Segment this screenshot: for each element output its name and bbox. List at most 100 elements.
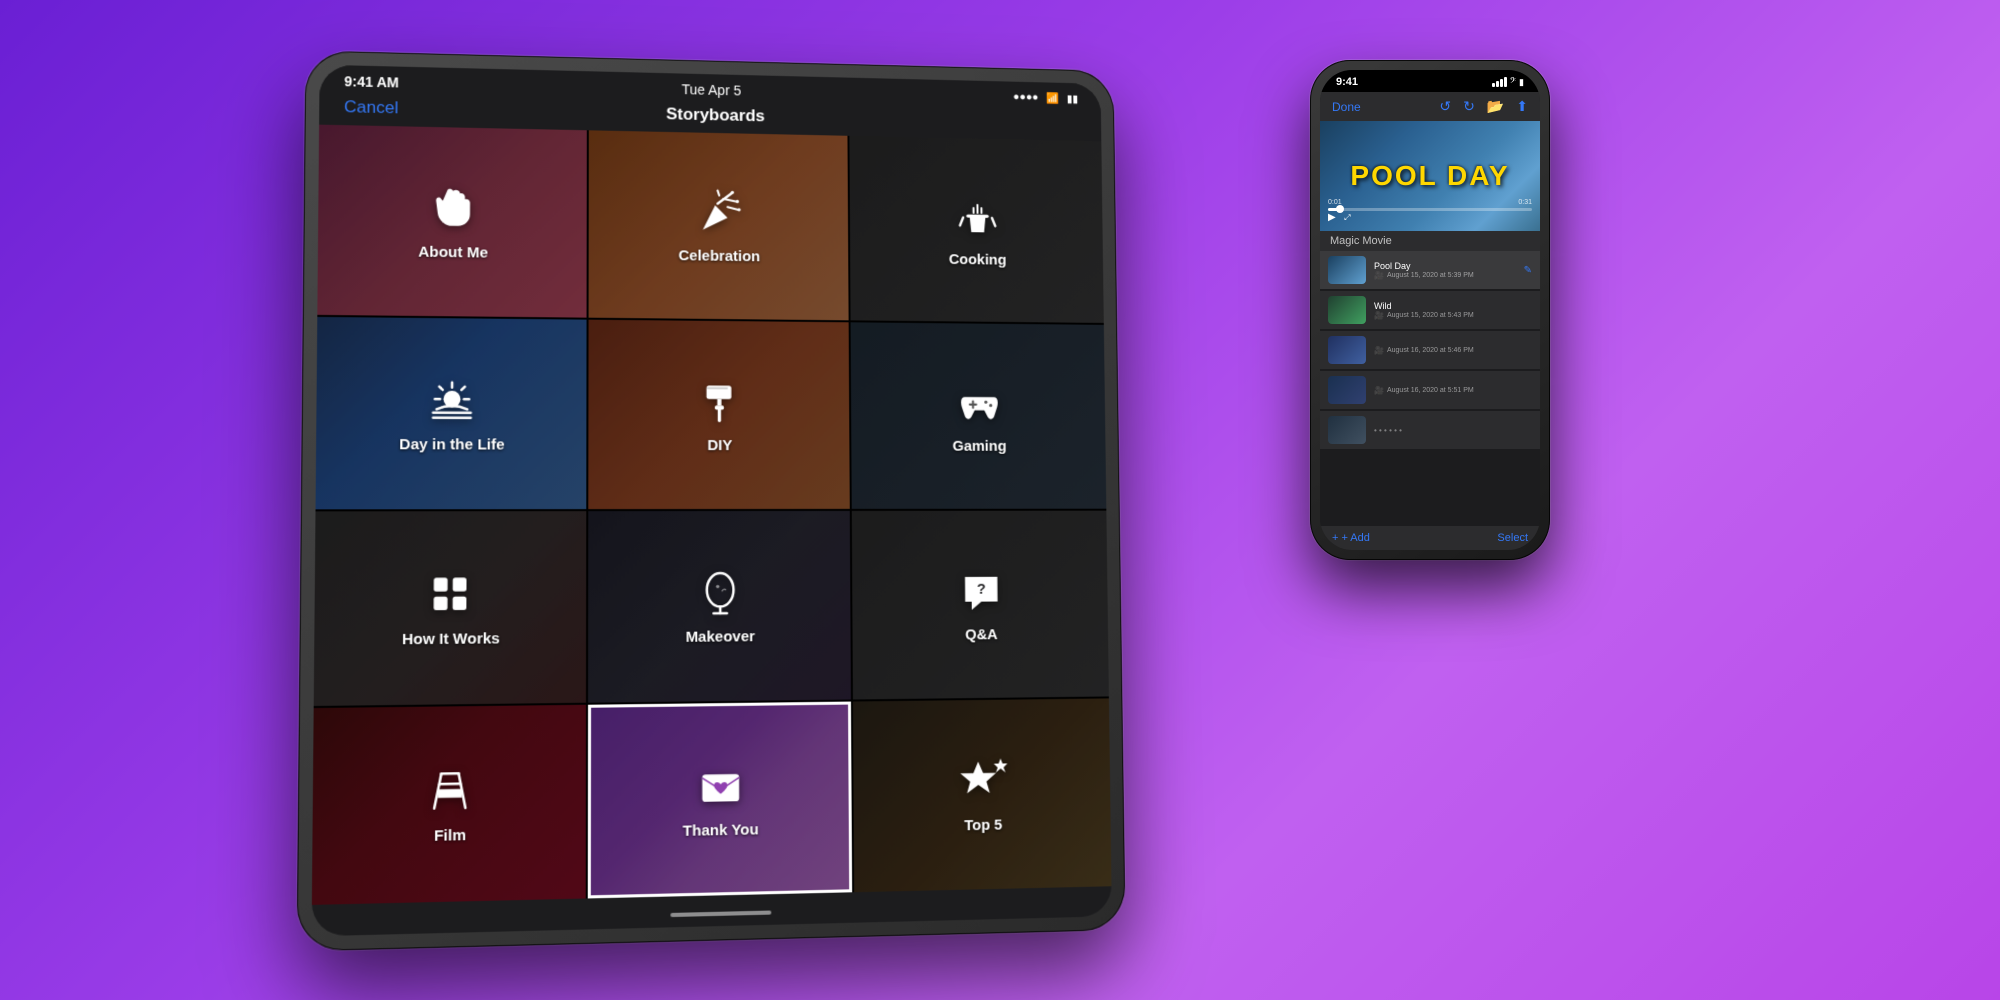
play-controls: ▶ ⤢ <box>1328 207 1351 225</box>
grid-item-top5[interactable]: Top 5 <box>853 698 1111 892</box>
wifi-icon: 𝄢 <box>1510 77 1516 88</box>
signal-icon: ●●●● <box>1013 91 1038 103</box>
about-me-label: About Me <box>418 244 488 262</box>
grid-item-gaming[interactable]: Gaming <box>851 322 1106 509</box>
diy-label: DIY <box>707 437 732 454</box>
ipad-frame: 9:41 AM Tue Apr 5 ●●●● 📶 ▮▮ Cancel Story… <box>297 50 1126 951</box>
day-in-life-label: Day in the Life <box>399 436 504 454</box>
movie-info-1: Pool Day 🎥 August 15, 2020 at 5:39 PM <box>1374 261 1516 280</box>
battery-icon: ▮▮ <box>1067 92 1079 105</box>
cooking-label: Cooking <box>949 251 1007 268</box>
grid-item-about-me[interactable]: About Me <box>317 125 586 318</box>
envelope-heart-icon <box>693 758 747 814</box>
director-chair-icon <box>422 763 478 820</box>
cooking-overlay: Cooking <box>850 136 1104 323</box>
movie-video-icon-4: 🎥 <box>1374 386 1384 395</box>
ipad-date: Tue Apr 5 <box>682 81 741 98</box>
film-label: Film <box>434 827 466 845</box>
movie-video-icon-2: 🎥 <box>1374 311 1384 320</box>
grid-item-day-in-the-life[interactable]: Day in the Life <box>316 317 587 509</box>
grid-item-diy[interactable]: DIY <box>588 320 850 509</box>
steam-pot-icon <box>951 191 1003 244</box>
movie-date-4: August 16, 2020 at 5:51 PM <box>1387 387 1474 394</box>
ipad-time: 9:41 AM <box>344 73 399 90</box>
grid-item-qa[interactable]: ? Q&A <box>852 511 1109 700</box>
ipad-screen: 9:41 AM Tue Apr 5 ●●●● 📶 ▮▮ Cancel Story… <box>312 65 1112 937</box>
movie-item-5[interactable]: • • • • • • <box>1320 411 1540 449</box>
movie-date-1: August 15, 2020 at 5:39 PM <box>1387 272 1474 279</box>
movie-item-1[interactable]: Pool Day 🎥 August 15, 2020 at 5:39 PM ✎ <box>1320 251 1540 289</box>
iphone-toolbar: Done ↺ ↻ 📂 ⬆ <box>1320 92 1540 121</box>
movie-info-3: 🎥 August 16, 2020 at 5:46 PM <box>1374 346 1532 355</box>
grid-item-cooking[interactable]: Cooking <box>850 136 1104 323</box>
expand-button[interactable]: ⤢ <box>1344 213 1350 222</box>
grid-item-film[interactable]: Film <box>312 705 586 905</box>
thank-you-label: Thank You <box>683 821 759 840</box>
movie-video-icon-3: 🎥 <box>1374 346 1384 355</box>
movie-thumb-3 <box>1328 336 1366 364</box>
movie-title-2: Wild <box>1374 301 1532 311</box>
iphone-device: 9:41 𝄢 ▮ Done ↺ ↻ <box>1310 60 1550 560</box>
speech-bubble-icon: ? <box>954 565 1007 619</box>
grid-item-how-it-works[interactable]: How It Works <box>314 511 586 706</box>
thank-you-overlay: Thank You <box>587 702 852 899</box>
celebration-overlay: Celebration <box>588 130 849 320</box>
progress-bar-container[interactable] <box>1328 208 1532 211</box>
movie-date-2: August 15, 2020 at 5:43 PM <box>1387 312 1474 319</box>
star-icon <box>953 754 1012 809</box>
share-icon[interactable]: ⬆ <box>1516 98 1528 115</box>
movie-list: Pool Day 🎥 August 15, 2020 at 5:39 PM ✎ … <box>1320 251 1540 526</box>
add-label: + Add <box>1341 532 1369 544</box>
movie-thumb-4 <box>1328 376 1366 404</box>
signal-bars <box>1492 77 1507 87</box>
iphone-frame: 9:41 𝄢 ▮ Done ↺ ↻ <box>1310 60 1550 560</box>
film-overlay: Film <box>312 705 586 905</box>
about-me-overlay: About Me <box>317 125 586 318</box>
folder-icon[interactable]: 📂 <box>1487 98 1504 115</box>
cancel-button[interactable]: Cancel <box>344 97 399 118</box>
qa-label: Q&A <box>965 626 998 643</box>
makeover-label: Makeover <box>686 628 755 646</box>
ipad-status-icons: ●●●● 📶 ▮▮ <box>1013 91 1078 105</box>
movie-video-icon-1: 🎥 <box>1374 271 1384 280</box>
mirror-icon <box>693 566 747 621</box>
wifi-icon: 📶 <box>1046 92 1059 105</box>
day-in-life-overlay: Day in the Life <box>316 317 587 509</box>
add-button[interactable]: + + Add <box>1332 532 1370 544</box>
scroll-indicator <box>670 911 771 918</box>
video-progress-area: 0:01 0:31 <box>1328 199 1532 211</box>
celebration-label: Celebration <box>678 247 760 265</box>
movie-thumb-2 <box>1328 296 1366 324</box>
play-button[interactable]: ▶ <box>1328 212 1336 223</box>
makeover-overlay: Makeover <box>588 511 852 703</box>
toolbar-icons: ↺ ↻ 📂 ⬆ <box>1439 98 1528 115</box>
grid-item-thank-you[interactable]: Thank You <box>587 702 852 899</box>
select-button[interactable]: Select <box>1497 532 1528 544</box>
how-works-label: How It Works <box>402 630 500 648</box>
how-works-overlay: How It Works <box>314 511 586 706</box>
paint-roller-icon <box>693 375 747 429</box>
iphone-status-icons: 𝄢 ▮ <box>1492 77 1524 88</box>
gaming-label: Gaming <box>952 438 1006 455</box>
video-preview[interactable]: POOL DAY 0:01 0:31 ▶ ⤢ <box>1320 121 1540 231</box>
movie-thumb-1 <box>1328 256 1366 284</box>
grid-item-celebration[interactable]: Celebration <box>588 130 849 320</box>
iphone-screen: 9:41 𝄢 ▮ Done ↺ ↻ <box>1320 70 1540 550</box>
top5-overlay: Top 5 <box>853 698 1111 892</box>
movie-info-2: Wild 🎥 August 15, 2020 at 5:43 PM <box>1374 301 1532 320</box>
top5-label: Top 5 <box>964 817 1002 835</box>
movie-item-3[interactable]: 🎥 August 16, 2020 at 5:46 PM <box>1320 331 1540 369</box>
iphone-status-bar: 9:41 𝄢 ▮ <box>1320 70 1540 92</box>
movie-item-4[interactable]: 🎥 August 16, 2020 at 5:51 PM <box>1320 371 1540 409</box>
redo-icon[interactable]: ↻ <box>1463 98 1475 115</box>
grid-item-makeover[interactable]: Makeover <box>588 511 852 703</box>
movie-edit-icon-1[interactable]: ✎ <box>1524 265 1532 276</box>
movie-title-1: Pool Day <box>1374 261 1516 271</box>
gamepad-icon <box>953 377 1006 430</box>
undo-icon[interactable]: ↺ <box>1439 98 1451 115</box>
movie-item-2[interactable]: Wild 🎥 August 15, 2020 at 5:43 PM <box>1320 291 1540 329</box>
qa-overlay: ? Q&A <box>852 511 1109 700</box>
done-button[interactable]: Done <box>1332 100 1361 114</box>
ipad-device: 9:41 AM Tue Apr 5 ●●●● 📶 ▮▮ Cancel Story… <box>310 55 1130 935</box>
storyboards-title: Storyboards <box>666 104 765 126</box>
